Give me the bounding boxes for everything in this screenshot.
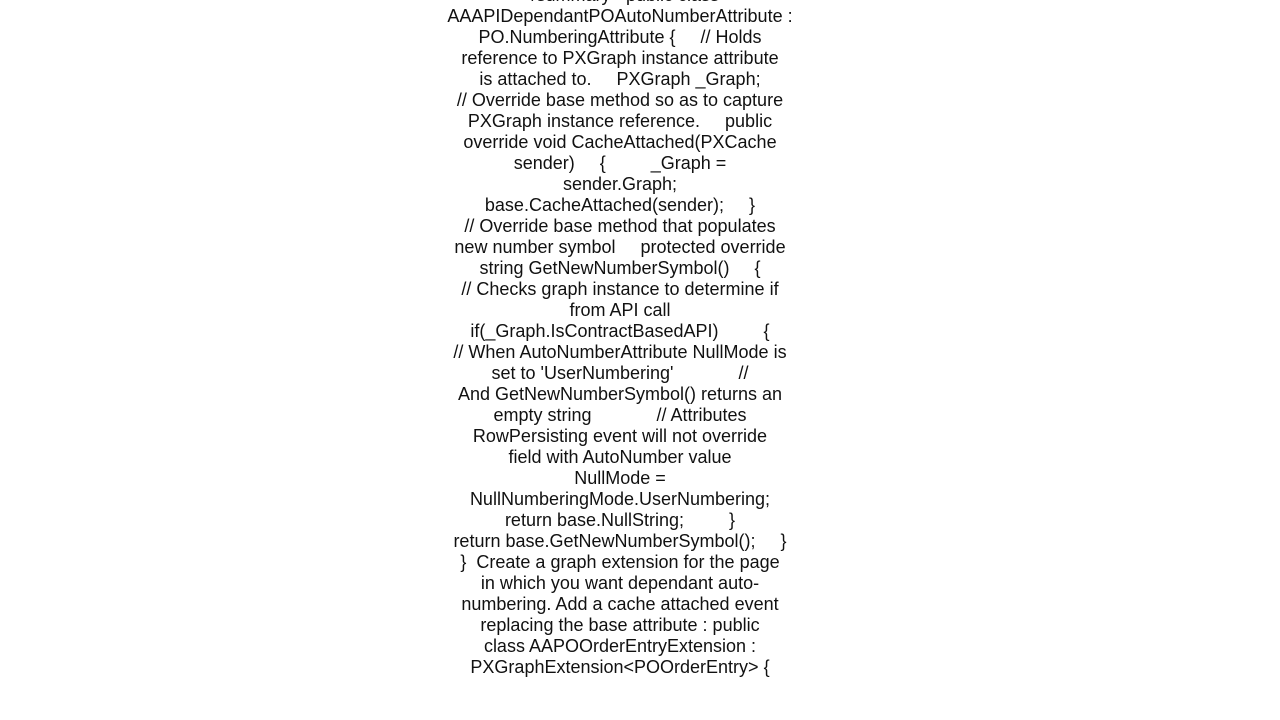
text-line: // Override base method so as to capture — [456, 90, 784, 110]
text-line: NullMode = — [574, 468, 666, 488]
text-line: AAAPIDependantPOAutoNumberAttribute : — [447, 6, 793, 26]
text-line: NullNumberingMode.UserNumbering; — [469, 489, 771, 509]
text-line: // Override base method that populates — [464, 216, 776, 236]
text-line: // Checks graph instance to determine if — [461, 279, 779, 299]
text-line: field with AutoNumber value — [508, 447, 732, 467]
text-line: PXGraph instance reference. public — [467, 111, 773, 131]
text-line: numbering. Add a cache attached event — [461, 594, 779, 614]
text-line: in which you want dependant auto- — [480, 573, 760, 593]
text-line: string GetNewNumberSymbol() { — [479, 258, 761, 278]
text-line: set to 'UserNumbering' // — [491, 363, 749, 383]
text-line: empty string // Attributes — [493, 405, 747, 425]
text-line: from API call — [569, 300, 671, 320]
text-line: sender.Graph; — [562, 174, 678, 194]
text-line: class AAPOOrderEntryExtension : — [483, 636, 757, 656]
text-line: return base.NullString; } — [504, 510, 736, 530]
text-line: And GetNewNumberSymbol() returns an — [457, 384, 783, 404]
code-text-block: </summary> public classAAAPIDependantPOA… — [444, 0, 796, 678]
text-line: if(_Graph.IsContractBasedAPI) { — [470, 321, 770, 341]
text-line: sender) { _Graph = — [513, 153, 727, 173]
text-line: PO.NumberingAttribute { // Holds — [478, 27, 762, 47]
text-line: new number symbol protected override — [454, 237, 786, 257]
text-line: replacing the base attribute : public — [480, 615, 760, 635]
text-line: } Create a graph extension for the page — [460, 552, 780, 572]
text-line: base.CacheAttached(sender); } — [484, 195, 756, 215]
text-line: PXGraphExtension<POOrderEntry> { — [470, 657, 770, 677]
text-line: // When AutoNumberAttribute NullMode is — [453, 342, 787, 362]
text-line: return base.GetNewNumberSymbol(); } — [453, 531, 787, 551]
text-line: is attached to. PXGraph _Graph; — [479, 69, 761, 89]
text-line: RowPersisting event will not override — [472, 426, 768, 446]
text-line: reference to PXGraph instance attribute — [461, 48, 779, 68]
text-line: override void CacheAttached(PXCache — [463, 132, 777, 152]
document-viewport: </summary> public classAAAPIDependantPOA… — [0, 0, 1280, 680]
